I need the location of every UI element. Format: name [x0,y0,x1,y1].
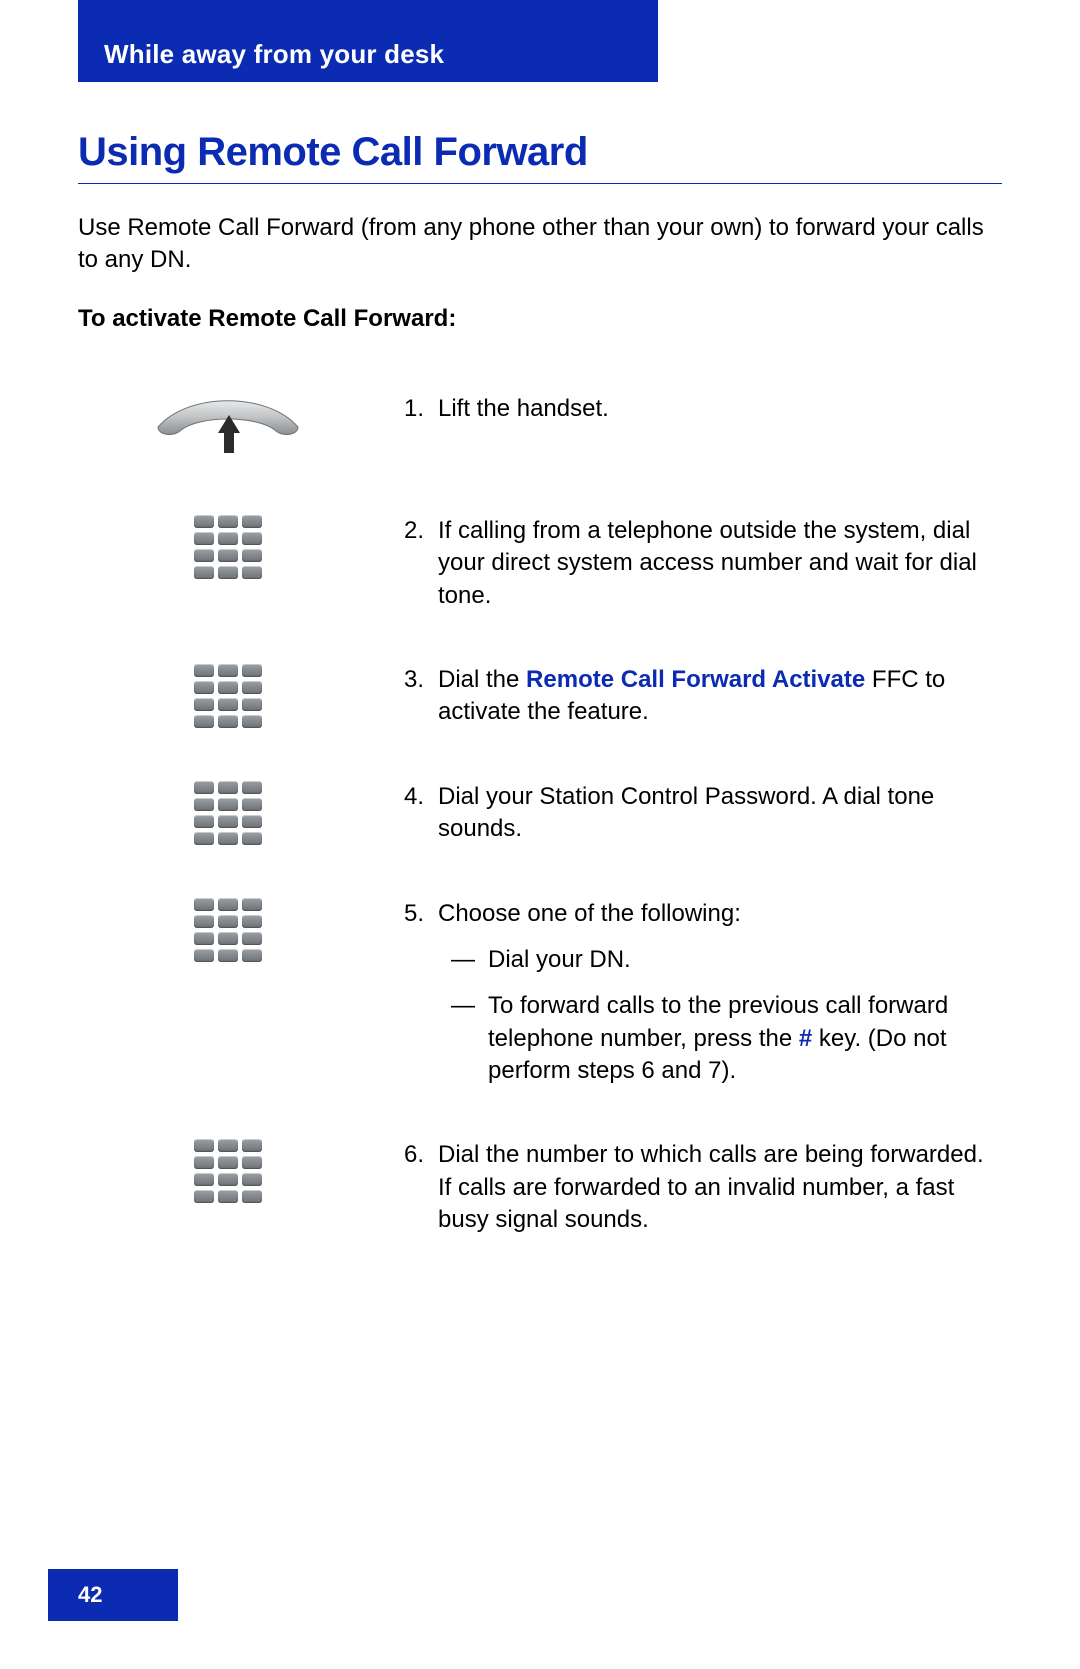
keypad-icon [194,515,262,579]
arrow-stem [224,433,234,453]
step-number: 5. [378,898,438,930]
step-number: 2. [378,515,438,547]
step-icon [78,664,378,728]
page-number-badge: 42 [48,1569,178,1621]
sub-item: — Dial your DN. [438,944,1002,976]
keypad-icon [194,898,262,962]
section-header-text: While away from your desk [104,39,444,70]
step-text: Lift the handset. [438,393,1002,425]
page-title: Using Remote Call Forward [78,130,1002,175]
step-number: 6. [378,1139,438,1171]
keypad-icon [194,781,262,845]
step-icon [78,515,378,579]
sub-text-hl: # [799,1025,812,1052]
sub-text: To forward calls to the previous call fo… [488,990,1002,1087]
step-text: Choose one of the following: — Dial your… [438,898,1002,1088]
section-header: While away from your desk [78,0,658,82]
dash-bullet: — [438,990,488,1087]
step-icon [78,898,378,962]
handset-icon [148,393,308,463]
step-number: 1. [378,393,438,425]
sub-text: Dial your DN. [488,944,1002,976]
step-item: 3. Dial the Remote Call Forward Activate… [78,664,1002,729]
keypad-icon [194,664,262,728]
step-item: 4. Dial your Station Control Password. A… [78,781,1002,846]
step-number: 4. [378,781,438,813]
step-icon [78,1139,378,1203]
step-text: Dial the number to which calls are being… [438,1139,1002,1236]
step-item: 2. If calling from a telephone outside t… [78,515,1002,612]
step-number: 3. [378,664,438,696]
step-sublist: — Dial your DN. — To forward calls to th… [438,944,1002,1088]
step-text-highlight: Remote Call Forward Activate [526,666,865,693]
steps-list: 1. Lift the handset. 2. If calling from … [78,393,1002,1237]
step-text: Dial the Remote Call Forward Activate FF… [438,664,1002,729]
dash-bullet: — [438,944,488,976]
title-divider [78,183,1002,184]
page-number: 42 [78,1582,102,1608]
step-icon [78,393,378,463]
step-text: If calling from a telephone outside the … [438,515,1002,612]
sub-item: — To forward calls to the previous call … [438,990,1002,1087]
arrow-up-icon [218,415,240,433]
step-item: 5. Choose one of the following: — Dial y… [78,898,1002,1088]
step-text: Dial your Station Control Password. A di… [438,781,1002,846]
page-content: Using Remote Call Forward Use Remote Cal… [78,120,1002,1237]
keypad-icon [194,1139,262,1203]
step-text-prefix: Dial the [438,666,526,693]
procedure-heading: To activate Remote Call Forward: [78,305,1002,333]
step-item: 6. Dial the number to which calls are be… [78,1139,1002,1236]
intro-paragraph: Use Remote Call Forward (from any phone … [78,212,1002,277]
step-icon [78,781,378,845]
step-text-main: Choose one of the following: [438,900,741,927]
step-item: 1. Lift the handset. [78,393,1002,463]
